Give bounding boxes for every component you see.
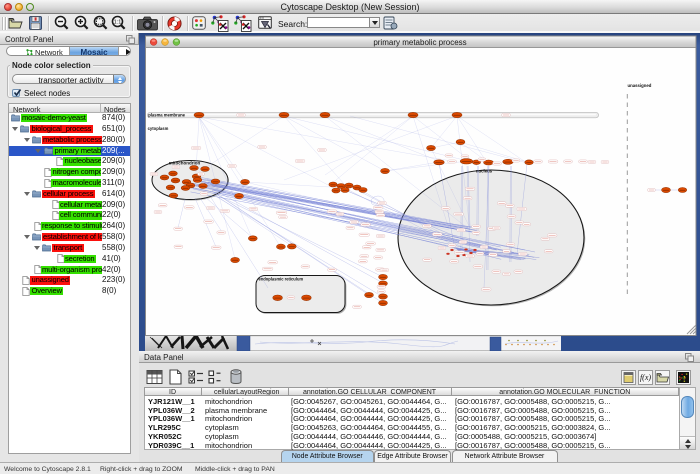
svg-text:1:1: 1:1 (114, 20, 122, 26)
svg-text:plasma membrane: plasma membrane (148, 113, 185, 118)
svg-text:unassigned: unassigned (628, 83, 652, 88)
svg-text:f(x): f(x) (640, 373, 651, 382)
svg-text:cytoplasm: cytoplasm (148, 126, 169, 131)
svg-text:endoplasmic reticulum: endoplasmic reticulum (259, 276, 304, 281)
svg-text:mitochondrion: mitochondrion (169, 161, 201, 166)
svg-text:primary metabolic process: primary metabolic process (373, 38, 466, 47)
